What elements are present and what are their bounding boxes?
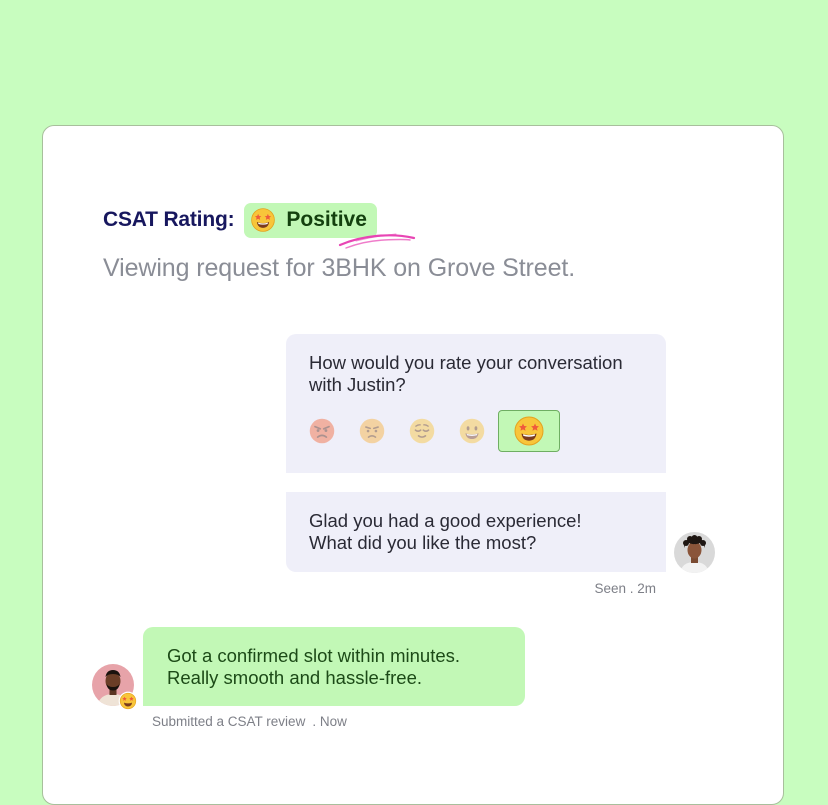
- user-reply-bubble: Got a confirmed slot within minutes. Rea…: [143, 627, 525, 706]
- rating-option-smiling[interactable]: [456, 415, 488, 447]
- highlight-squiggle: [338, 233, 416, 249]
- rating-option-frowning[interactable]: [356, 415, 388, 447]
- csat-rating-label: CSAT Rating:: [103, 208, 235, 231]
- angry-emoji-icon: [309, 418, 335, 444]
- user-meta-time: . Now: [312, 714, 347, 729]
- agent-followup-text: Glad you had a good experience! What did…: [309, 510, 649, 554]
- agent-avatar-image: [674, 532, 715, 573]
- user-reply-text: Got a confirmed slot within minutes. Rea…: [167, 645, 507, 689]
- rating-option-relieved[interactable]: [406, 415, 438, 447]
- csat-question-bubble: How would you rate your conversation wit…: [286, 334, 666, 473]
- frowning-emoji-icon: [359, 418, 385, 444]
- star-struck-emoji-icon: [251, 208, 276, 232]
- user-reply-line: Got a confirmed slot within minutes.: [167, 645, 461, 666]
- star-struck-emoji-icon: [118, 691, 138, 711]
- smiling-emoji-icon: [459, 418, 485, 444]
- agent-followup-line: What did you like the most?: [309, 532, 537, 553]
- agent-followup-bubble: Glad you had a good experience! What did…: [286, 492, 666, 572]
- rating-options: [306, 410, 578, 452]
- agent-followup-line: Glad you had a good experience!: [309, 510, 582, 531]
- rating-option-angry[interactable]: [306, 415, 338, 447]
- user-reply-line: Really smooth and hassle-free.: [167, 667, 423, 688]
- user-meta-text: Submitted a CSAT review: [152, 714, 306, 729]
- agent-avatar: [674, 532, 715, 573]
- relieved-emoji-icon: [409, 418, 435, 444]
- request-subtitle: Viewing request for 3BHK on Grove Street…: [103, 254, 576, 282]
- rating-option-star-struck[interactable]: [498, 410, 560, 452]
- csat-question-text: How would you rate your conversation wit…: [309, 352, 623, 395]
- star-struck-emoji-icon: [514, 416, 544, 446]
- user-meta: Submitted a CSAT review . Now: [152, 714, 347, 729]
- seen-status: Seen . 2m: [594, 581, 656, 596]
